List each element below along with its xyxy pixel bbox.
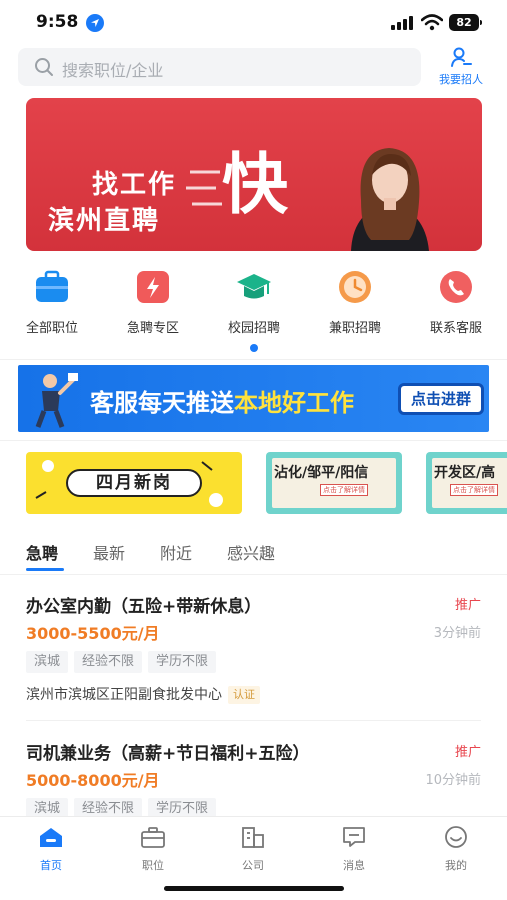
smile-icon — [445, 826, 467, 848]
page-indicator-dot — [250, 344, 258, 352]
card-title: 沾化/邹平/阳信 — [274, 465, 369, 481]
category-label: 全部职位 — [25, 321, 78, 336]
job-title: 办公室内勤（五险+带新休息） — [26, 597, 262, 617]
divider — [0, 574, 507, 575]
banner-big-character: 快 — [222, 146, 288, 223]
divider — [0, 440, 507, 441]
nav-home[interactable]: 首页 — [16, 825, 86, 873]
nav-label: 消息 — [343, 859, 365, 872]
job-post-time: 3分钟前 — [433, 626, 481, 641]
clock-icon — [339, 271, 371, 303]
home-indicator[interactable] — [164, 886, 344, 891]
lightning-icon — [137, 271, 169, 303]
job-tag: 滨城 — [26, 651, 69, 673]
job-salary: 5000-8000元/月 — [26, 771, 160, 790]
join-group-banner[interactable]: 客服每天推送本地好工作 点击进群 — [18, 365, 489, 432]
message-icon — [343, 827, 365, 847]
recruit-label: 我要招人 — [439, 73, 483, 86]
nav-label: 职位 — [142, 859, 164, 872]
tab-nearby[interactable]: 附近 — [160, 540, 192, 564]
active-tab-indicator — [26, 568, 64, 571]
wifi-icon — [421, 14, 443, 31]
category-label: 兼职招聘 — [328, 321, 381, 336]
verified-badge: 认证 — [228, 686, 260, 704]
status-time: 9:58 — [36, 12, 79, 32]
briefcase-icon — [36, 270, 68, 302]
job-card[interactable]: 办公室内勤（五险+带新休息） 推广 3000-5500元/月 3分钟前 滨城 经验… — [0, 592, 507, 736]
status-bar: 9:58 82 — [0, 0, 507, 44]
job-tag: 学历不限 — [148, 651, 217, 673]
banner-line1: 找工作 — [92, 170, 177, 200]
category-urgent[interactable]: 急聘专区 — [113, 268, 193, 336]
job-post-time: 10分钟前 — [425, 773, 481, 788]
category-label: 急聘专区 — [126, 321, 179, 336]
tab-interested[interactable]: 感兴趣 — [227, 540, 275, 564]
card-subtitle: 点击了解详情 — [320, 484, 368, 496]
nav-label: 首页 — [40, 859, 62, 872]
job-title: 司机兼业务（高薪+节日福利+五险） — [26, 744, 310, 764]
person-add-icon — [451, 47, 472, 67]
card-april-new-jobs[interactable]: 四月新岗 — [26, 452, 242, 514]
job-tag: 经验不限 — [74, 651, 143, 673]
banner-figure-illustration — [35, 373, 78, 428]
job-salary: 3000-5500元/月 — [26, 624, 160, 643]
card-title: 开发区/高 — [434, 465, 496, 481]
promo-text-main: 客服每天推送 — [90, 389, 234, 417]
search-icon — [35, 58, 53, 76]
category-label: 校园招聘 — [227, 321, 280, 336]
card-development-zone[interactable]: 开发区/高 点击了解详情 — [426, 452, 507, 514]
category-campus[interactable]: 校园招聘 — [214, 268, 294, 336]
tab-latest[interactable]: 最新 — [93, 540, 125, 564]
category-all-jobs[interactable]: 全部职位 — [12, 268, 92, 336]
location-arrow-icon — [86, 14, 104, 32]
card-zhanhua-zouping-yangxin[interactable]: 沾化/邹平/阳信 点击了解详情 — [266, 452, 402, 514]
job-address: 滨州市滨城区正阳副食批发中心 认证 — [26, 684, 260, 704]
search-placeholder: 搜索职位/企业 — [62, 61, 164, 80]
job-filter-tabs: 急聘 最新 附近 感兴趣 — [0, 532, 507, 574]
home-icon — [40, 828, 62, 847]
banner-stripes-decoration — [186, 170, 222, 206]
graduation-cap-icon — [237, 274, 271, 299]
join-group-button[interactable]: 点击进群 — [398, 383, 484, 415]
region-card-carousel: 四月新岗 沾化/邹平/阳信 点击了解详情 开发区/高 点击了解详情 — [0, 450, 507, 516]
nav-company[interactable]: 公司 — [218, 825, 288, 873]
promoted-tag: 推广 — [454, 745, 481, 760]
job-tags: 滨城 经验不限 学历不限 — [26, 650, 222, 673]
phone-icon — [440, 271, 472, 303]
promo-text: 客服每天推送本地好工作 — [90, 383, 354, 418]
category-grid: 全部职位 急聘专区 校园招聘 兼职招聘 联系客服 — [0, 268, 507, 340]
banner-line2: 滨州直聘 — [48, 206, 161, 236]
promoted-tag: 推广 — [454, 598, 481, 613]
nav-label: 我的 — [445, 859, 467, 872]
promo-text-highlight: 本地好工作 — [234, 389, 354, 417]
divider — [0, 359, 507, 360]
tab-urgent[interactable]: 急聘 — [26, 540, 58, 564]
cellular-signal-icon — [391, 16, 413, 30]
recruit-button[interactable]: 我要招人 — [433, 46, 489, 88]
category-label: 联系客服 — [429, 321, 482, 336]
battery-indicator: 82 — [449, 14, 482, 31]
card-subtitle: 点击了解详情 — [450, 484, 498, 496]
hero-banner[interactable]: 找工作 滨州直聘 快 — [26, 98, 482, 251]
category-parttime[interactable]: 兼职招聘 — [315, 268, 395, 336]
briefcase-icon — [141, 827, 165, 848]
banner-model-image — [351, 148, 429, 251]
card-title: 四月新岗 — [66, 469, 202, 497]
job-address-text: 滨州市滨城区正阳副食批发中心 — [26, 687, 222, 703]
building-icon — [242, 827, 264, 848]
nav-jobs[interactable]: 职位 — [118, 825, 188, 873]
divider — [26, 720, 481, 721]
nav-profile[interactable]: 我的 — [421, 825, 491, 873]
nav-label: 公司 — [242, 859, 264, 872]
category-support[interactable]: 联系客服 — [416, 268, 496, 336]
nav-messages[interactable]: 消息 — [319, 825, 389, 873]
search-input[interactable]: 搜索职位/企业 — [18, 48, 421, 86]
